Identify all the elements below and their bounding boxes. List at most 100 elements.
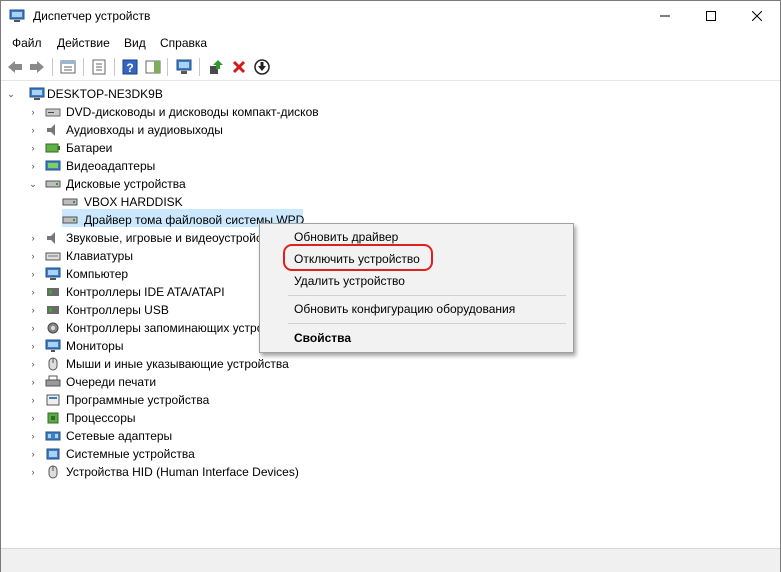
printer-icon xyxy=(45,375,61,387)
svg-text:?: ? xyxy=(126,61,133,75)
menu-file[interactable]: Файл xyxy=(12,36,42,50)
tree-item-label: Мониторы xyxy=(66,339,124,353)
battery-icon xyxy=(45,143,60,153)
action-pane-icon[interactable] xyxy=(144,58,162,76)
tree-item-label: Устройства HID (Human Interface Devices) xyxy=(66,465,299,479)
speaker-icon xyxy=(47,124,55,136)
minimize-button[interactable] xyxy=(642,1,688,32)
display-adapter-icon xyxy=(45,160,61,171)
menu-separator xyxy=(288,295,566,296)
monitor-icon xyxy=(45,339,61,352)
tree-item-label: Батареи xyxy=(66,141,113,155)
processor-icon xyxy=(47,412,59,424)
software-device-icon xyxy=(46,394,60,406)
menu-separator xyxy=(288,323,566,324)
tree-item-label: Контроллеры IDE ATA/ATAPI xyxy=(66,285,225,299)
usb-icon xyxy=(47,306,59,314)
context-menu: Обновить драйвер Отключить устройство Уд… xyxy=(259,223,574,353)
keyboard-icon xyxy=(45,252,61,261)
toolbar-separator xyxy=(52,58,53,76)
help-icon[interactable]: ? xyxy=(121,58,139,76)
chevron-right-icon[interactable]: › xyxy=(28,247,38,265)
tree-item-label: Мыши и иные указывающие устройства xyxy=(66,357,289,371)
hid-icon xyxy=(48,465,58,479)
device-manager-icon xyxy=(9,9,25,22)
menu-item-scan-hardware[interactable]: Обновить конфигурацию оборудования xyxy=(294,302,515,316)
tree-item-label: Звуковые, игровые и видеоустройства xyxy=(66,231,281,245)
storage-controller-icon xyxy=(47,322,59,334)
chevron-right-icon[interactable]: › xyxy=(28,103,38,121)
network-adapter-icon xyxy=(45,431,61,441)
tree-item-label: Клавиатуры xyxy=(66,249,133,263)
maximize-icon xyxy=(706,11,716,21)
chevron-right-icon[interactable]: › xyxy=(28,157,38,175)
chevron-right-icon[interactable]: › xyxy=(28,445,38,463)
forward-arrow-icon[interactable] xyxy=(28,58,46,76)
menu-view[interactable]: Вид xyxy=(124,36,146,50)
annotation-highlight-ring xyxy=(283,244,433,271)
menu-help[interactable]: Справка xyxy=(160,36,207,50)
tree-item-label: VBOX HARDDISK xyxy=(84,195,183,209)
tree-item-label: Программные устройства xyxy=(66,393,210,407)
tree-item-label: Контроллеры запоминающих устройств xyxy=(66,321,288,335)
chevron-right-icon[interactable]: › xyxy=(28,121,38,139)
tree-item-label: Аудиовходы и аудиовыходы xyxy=(66,123,223,137)
dvd-drive-icon xyxy=(45,108,61,117)
disable-device-icon[interactable] xyxy=(253,58,271,76)
chevron-right-icon[interactable]: › xyxy=(28,229,38,247)
uninstall-x-icon[interactable] xyxy=(230,58,248,76)
chevron-right-icon[interactable]: › xyxy=(28,391,38,409)
tree-item-label: Дисковые устройства xyxy=(66,177,186,191)
computer-icon xyxy=(29,87,45,100)
chevron-right-icon[interactable]: › xyxy=(28,337,38,355)
toolbar: ? xyxy=(1,54,780,81)
chevron-right-icon[interactable]: › xyxy=(28,283,38,301)
chevron-down-icon[interactable]: ⌄ xyxy=(6,85,16,103)
disk-drive-icon xyxy=(62,216,78,224)
tree-item-label: Очереди печати xyxy=(66,375,157,389)
menu-action[interactable]: Действие xyxy=(57,36,110,50)
chevron-down-icon[interactable]: ⌄ xyxy=(28,175,38,193)
menu-bar: Файл Действие Вид Справка xyxy=(1,33,780,53)
chevron-right-icon[interactable]: › xyxy=(28,463,38,481)
minimize-icon xyxy=(660,15,670,17)
tree-root-label: DESKTOP-NE3DK9B xyxy=(47,87,163,101)
disk-drive-icon xyxy=(45,180,61,188)
tree-item-label: Системные устройства xyxy=(66,447,195,461)
chevron-right-icon[interactable]: › xyxy=(28,427,38,445)
tree-item-label: Процессоры xyxy=(66,411,136,425)
update-driver-icon[interactable] xyxy=(207,58,225,76)
show-hide-tree-icon[interactable] xyxy=(59,58,77,76)
chevron-right-icon[interactable]: › xyxy=(28,265,38,283)
title-bar: Диспетчер устройств xyxy=(1,1,780,32)
mouse-icon xyxy=(48,357,58,371)
tree-item-label: Компьютер xyxy=(66,267,129,281)
window-title: Диспетчер устройств xyxy=(33,9,151,23)
properties-sheet-icon[interactable] xyxy=(90,58,108,76)
maximize-button[interactable] xyxy=(688,1,734,32)
disk-drive-icon xyxy=(62,198,78,206)
menu-item-properties[interactable]: Свойства xyxy=(294,331,351,345)
chevron-right-icon[interactable]: › xyxy=(28,355,38,373)
tree-item-label: Контроллеры USB xyxy=(66,303,169,317)
status-bar xyxy=(1,548,780,572)
menu-item-uninstall-device[interactable]: Удалить устройство xyxy=(294,274,405,288)
toolbar-separator xyxy=(167,58,168,76)
computer-icon xyxy=(45,267,61,280)
tree-item-label: DVD-дисководы и дисководы компакт-дисков xyxy=(66,105,319,119)
back-arrow-icon[interactable] xyxy=(6,58,24,76)
scan-hardware-icon[interactable] xyxy=(175,58,193,76)
close-button[interactable] xyxy=(734,1,780,32)
chevron-right-icon[interactable]: › xyxy=(28,301,38,319)
chevron-right-icon[interactable]: › xyxy=(28,319,38,337)
toolbar-separator xyxy=(114,58,115,76)
system-device-icon xyxy=(46,448,60,460)
toolbar-separator xyxy=(199,58,200,76)
close-icon xyxy=(751,10,763,22)
menu-item-update-driver[interactable]: Обновить драйвер xyxy=(294,230,398,244)
chevron-right-icon[interactable]: › xyxy=(28,409,38,427)
chevron-right-icon[interactable]: › xyxy=(28,373,38,391)
speaker-icon xyxy=(47,232,55,244)
toolbar-separator xyxy=(83,58,84,76)
chevron-right-icon[interactable]: › xyxy=(28,139,38,157)
